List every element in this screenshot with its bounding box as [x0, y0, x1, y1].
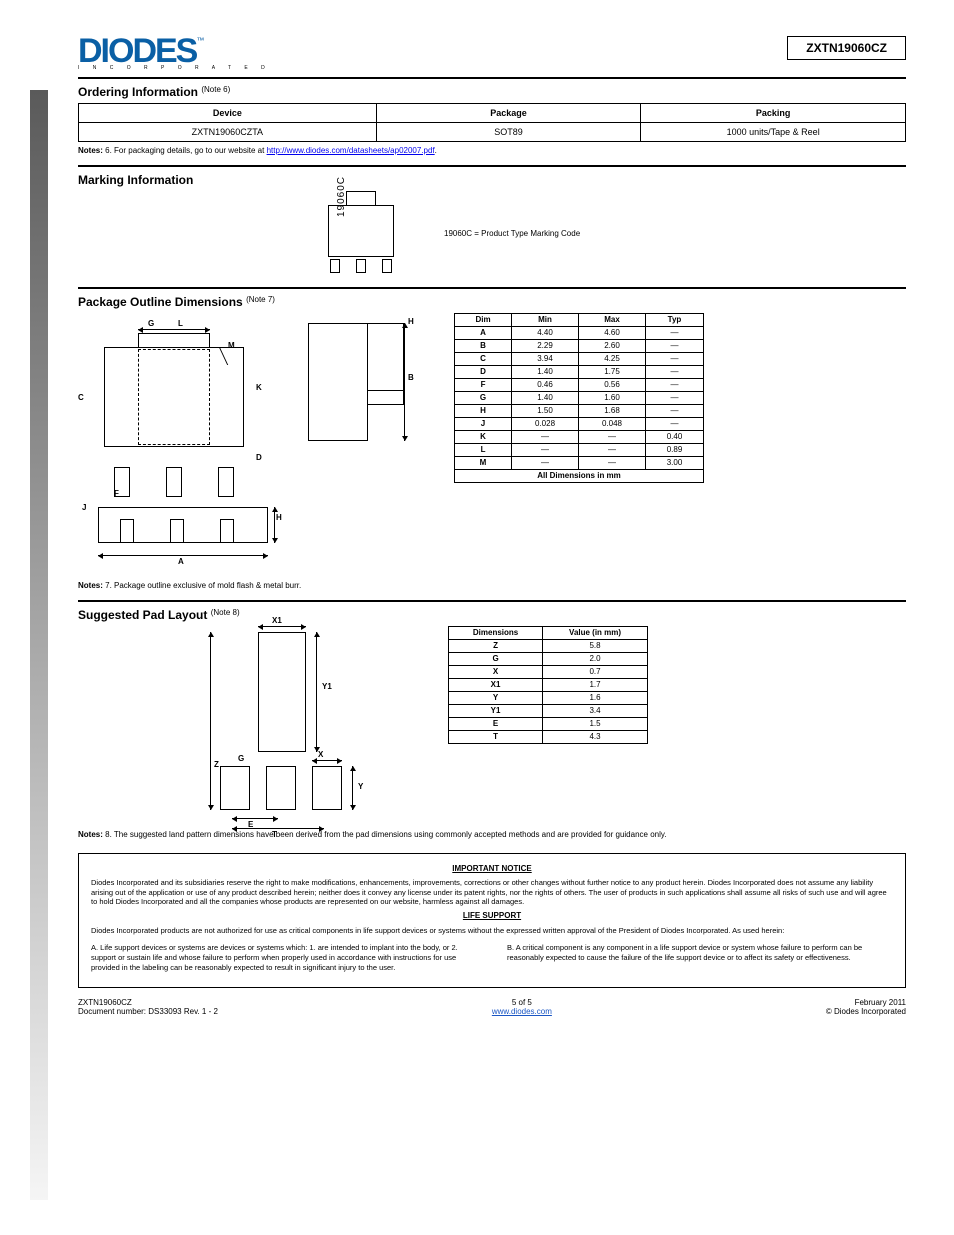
- table-row: L——0.89: [455, 443, 704, 456]
- important-notice: IMPORTANT NOTICE Diodes Incorporated and…: [78, 853, 906, 988]
- notice-paragraph: Diodes Incorporated and its subsidiaries…: [91, 878, 893, 907]
- datasheet-link[interactable]: http://www.diodes.com/datasheets/ap02007…: [267, 146, 435, 155]
- notice-title: IMPORTANT NOTICE: [452, 864, 531, 873]
- life-support-intro: Diodes Incorporated products are not aut…: [91, 926, 893, 936]
- package-drawings: G L M C K D F H: [78, 313, 408, 577]
- logo: DIODES™ I N C O R P O R A T E D: [78, 36, 271, 71]
- section-title-ordering: Ordering Information (Note 6): [78, 85, 906, 99]
- table-row: A4.404.60—: [455, 326, 704, 339]
- package-end-view: J A H: [78, 507, 278, 577]
- ordering-col-packing: Packing: [641, 103, 906, 122]
- life-support-columns: A. Life support devices or systems are d…: [91, 939, 893, 976]
- footer-link[interactable]: www.diodes.com: [492, 1007, 552, 1016]
- ordering-notes: Notes: 6. For packaging details, go to o…: [78, 146, 906, 155]
- section-title-pad: Suggested Pad Layout (Note 8): [78, 608, 906, 622]
- section-ordering: Ordering Information (Note 6) Device Pac…: [78, 77, 906, 165]
- footer: ZXTN19060CZ Document number: DS33093 Rev…: [78, 998, 906, 1016]
- ordering-col-device: Device: [79, 103, 377, 122]
- table-row: X0.7: [449, 665, 648, 678]
- table-row: D1.401.75—: [455, 365, 704, 378]
- section-pad-layout: Suggested Pad Layout (Note 8) X1 Y1 G X …: [78, 600, 906, 849]
- life-support-b: B. A critical component is any component…: [507, 943, 893, 972]
- table-row: T4.3: [449, 730, 648, 743]
- content: DIODES™ I N C O R P O R A T E D ZXTN1906…: [78, 36, 906, 1016]
- package-side-view: H B: [308, 313, 408, 453]
- package-notes: Notes: 7. Package outline exclusive of m…: [78, 581, 906, 590]
- table-row: Y1.6: [449, 691, 648, 704]
- package-row: G L M C K D F H: [78, 313, 906, 577]
- section-package: Package Outline Dimensions (Note 7) G L: [78, 287, 906, 600]
- table-row: Y13.4: [449, 704, 648, 717]
- package-top-view: G L M C K D F: [78, 313, 268, 503]
- document-header: DIODES™ I N C O R P O R A T E D ZXTN1906…: [78, 36, 906, 71]
- footer-mid: 5 of 5 www.diodes.com: [218, 998, 826, 1016]
- marking-legend: 19060C = Product Type Marking Code: [444, 229, 580, 238]
- part-number-box: ZXTN19060CZ: [787, 36, 906, 60]
- table-row: J0.0280.048—: [455, 417, 704, 430]
- table-row: ZXTN19060CZTA SOT89 1000 units/Tape & Re…: [79, 122, 906, 141]
- package-dimension-table: Dim Min Max Typ A4.404.60—B2.292.60—C3.9…: [454, 313, 704, 483]
- table-row: F0.460.56—: [455, 378, 704, 391]
- pad-drawing: X1 Y1 G X Y Z E T: [168, 626, 388, 826]
- table-row: M——3.00: [455, 456, 704, 469]
- ordering-table: Device Package Packing ZXTN19060CZTA SOT…: [78, 103, 906, 142]
- section-title-marking: Marking Information: [78, 173, 906, 187]
- table-row: X11.7: [449, 678, 648, 691]
- table-row: G2.0: [449, 652, 648, 665]
- ordering-col-package: Package: [376, 103, 641, 122]
- life-support-title: LIFE SUPPORT: [463, 911, 521, 920]
- chip-drawing: 19060C: [318, 191, 404, 277]
- footer-left: ZXTN19060CZ Document number: DS33093 Rev…: [78, 998, 218, 1016]
- table-row: C3.944.25—: [455, 352, 704, 365]
- part-number: ZXTN19060CZ: [806, 41, 887, 55]
- section-marking: Marking Information 19060C 19060C = Prod…: [78, 165, 906, 287]
- logo-subtext: I N C O R P O R A T E D: [78, 65, 271, 71]
- table-row: B2.292.60—: [455, 339, 704, 352]
- chip-marking-code: 19060C: [336, 176, 347, 217]
- table-row: K——0.40: [455, 430, 704, 443]
- pad-notes: Notes: 8. The suggested land pattern dim…: [78, 830, 906, 839]
- table-row: Z5.8: [449, 639, 648, 652]
- marking-area: 19060C 19060C = Product Type Marking Cod…: [78, 191, 906, 277]
- table-row: E1.5: [449, 717, 648, 730]
- left-gradient-bar: [30, 90, 48, 1200]
- pad-row: X1 Y1 G X Y Z E T Dimen: [78, 626, 906, 826]
- page: DIODES™ I N C O R P O R A T E D ZXTN1906…: [0, 0, 954, 1235]
- table-row: G1.401.60—: [455, 391, 704, 404]
- logo-tm: ™: [196, 36, 204, 45]
- pad-dimension-table: Dimensions Value (in mm) Z5.8G2.0X0.7X11…: [448, 626, 648, 744]
- footer-right: February 2011 © Diodes Incorporated: [826, 998, 906, 1016]
- section-title-package: Package Outline Dimensions (Note 7): [78, 295, 906, 309]
- life-support-a: A. Life support devices or systems are d…: [91, 943, 477, 972]
- table-row: H1.501.68—: [455, 404, 704, 417]
